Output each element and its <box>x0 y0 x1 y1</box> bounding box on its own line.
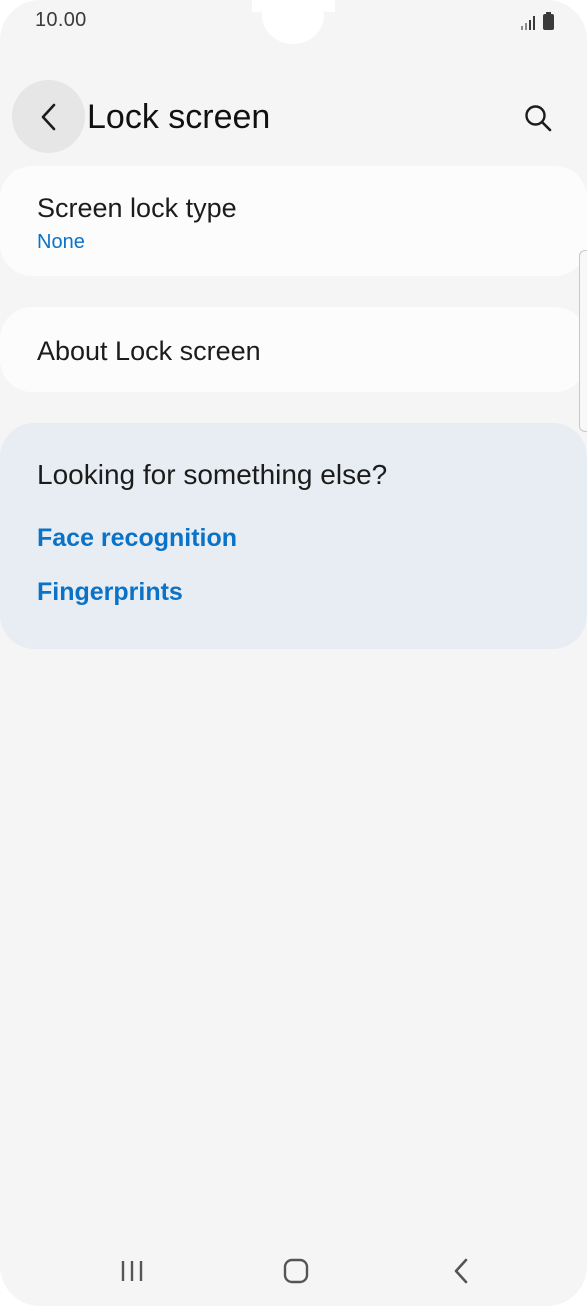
recent-apps-icon <box>121 1261 143 1281</box>
search-button[interactable] <box>514 96 562 140</box>
battery-icon <box>543 12 554 30</box>
home-button[interactable] <box>271 1254 321 1288</box>
about-lock-screen-label: About Lock screen <box>37 336 261 366</box>
home-icon <box>283 1258 309 1284</box>
search-icon <box>525 105 552 132</box>
screen-lock-type-value: None <box>37 231 85 253</box>
face-recognition-link[interactable]: Face recognition <box>37 524 237 553</box>
suggestions-title: Looking for something else? <box>37 459 388 490</box>
scrollbar[interactable] <box>579 250 587 432</box>
fingerprints-link[interactable]: Fingerprints <box>37 578 183 607</box>
page-title: Lock screen <box>87 98 271 136</box>
camera-notch <box>262 0 324 44</box>
status-time: 10.00 <box>35 9 87 31</box>
recent-apps-button[interactable] <box>107 1254 157 1288</box>
back-button[interactable] <box>12 80 85 153</box>
screen-lock-type-label: Screen lock type <box>37 193 237 223</box>
signal-icon <box>521 16 535 30</box>
chevron-left-icon <box>41 103 55 130</box>
screen: 10.00 Lock screen Screen lock type None … <box>0 0 587 1306</box>
back-icon <box>454 1258 468 1284</box>
navigation-bar <box>0 1240 587 1300</box>
back-nav-button[interactable] <box>436 1254 486 1288</box>
status-icons <box>521 12 554 30</box>
status-bar: 10.00 <box>0 0 587 44</box>
